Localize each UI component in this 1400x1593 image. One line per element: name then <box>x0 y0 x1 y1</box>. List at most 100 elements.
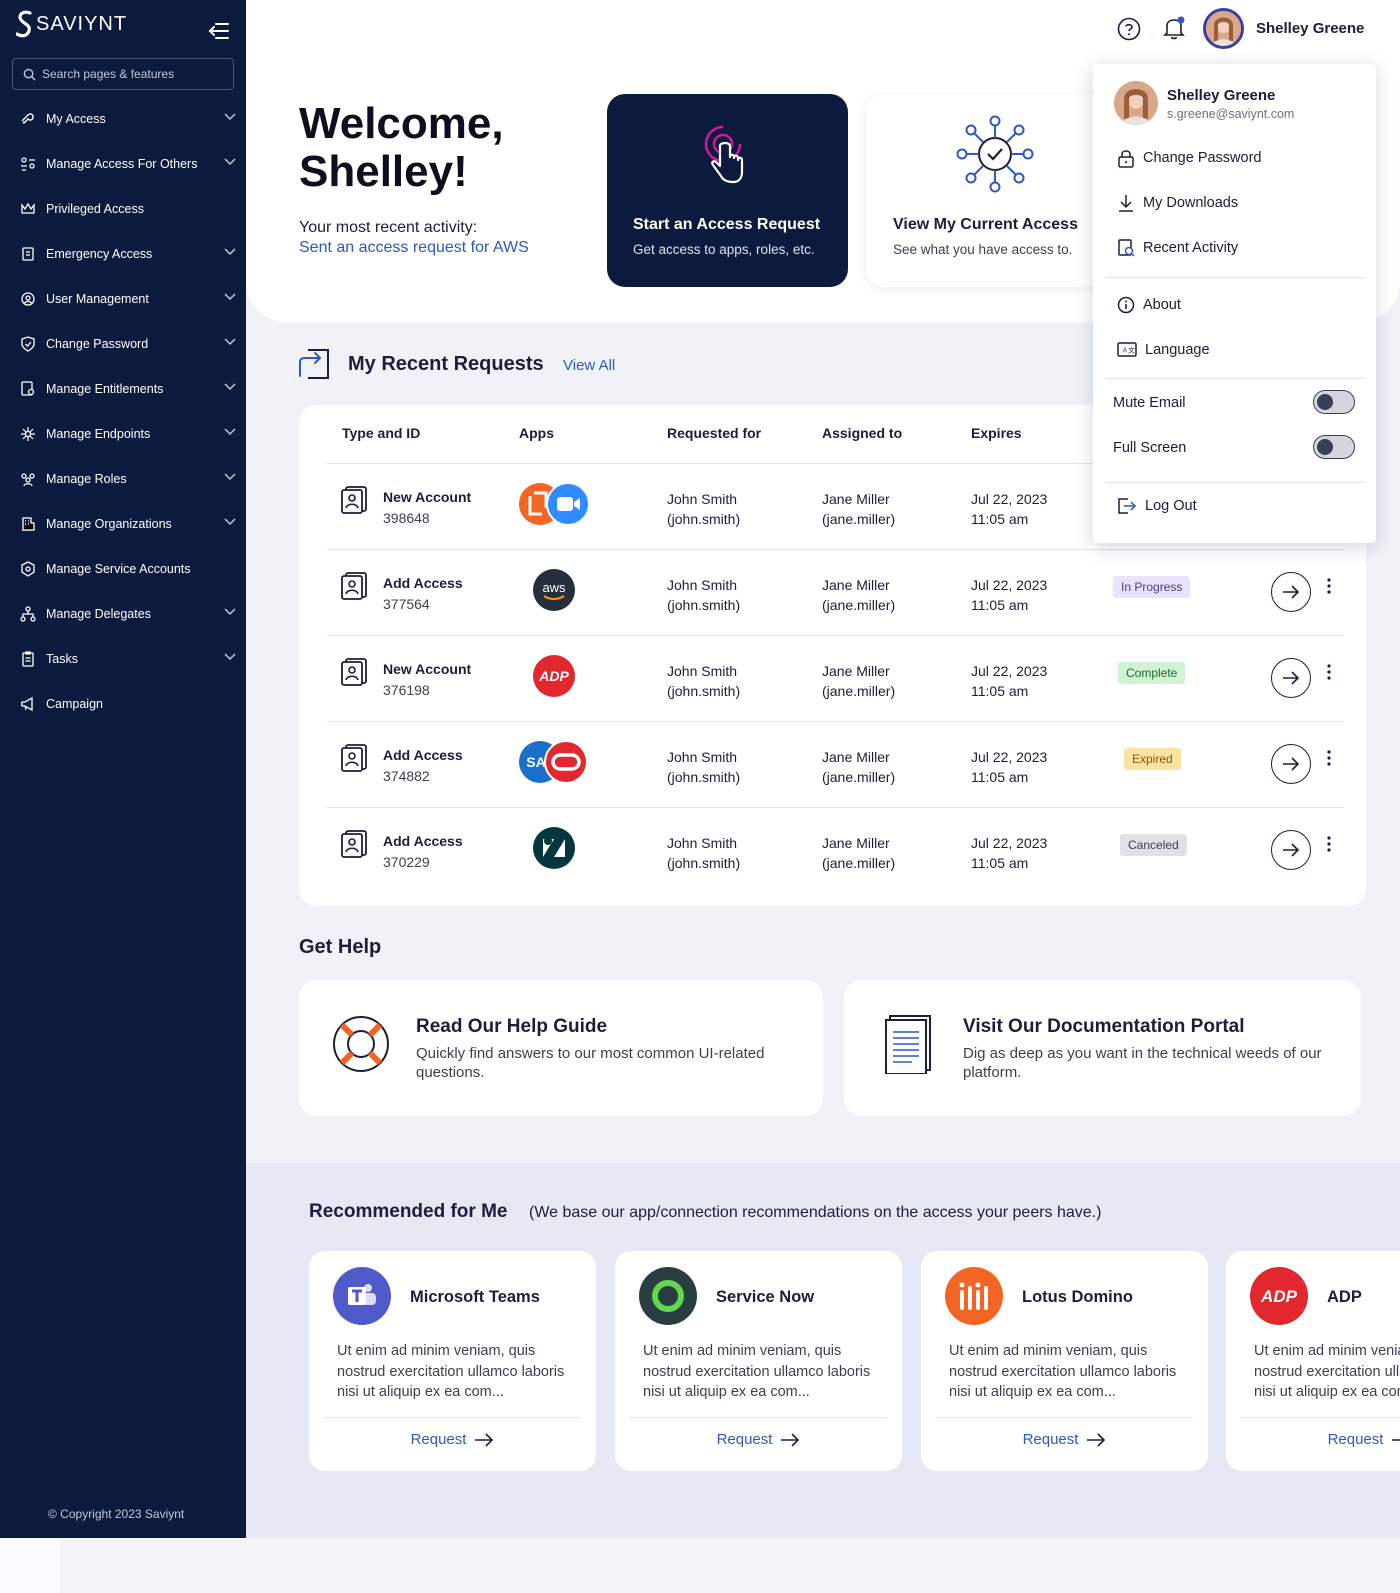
divider <box>1105 277 1364 278</box>
view-current-access-card[interactable]: View My Current Access See what you have… <box>866 94 1116 287</box>
request-id: 374882 <box>383 768 430 784</box>
sidebar-item-manage-entitlements[interactable]: Manage Entitlements <box>0 366 246 411</box>
sidebar-item-label: Privileged Access <box>46 201 144 216</box>
id-document-icon <box>341 744 367 772</box>
expires-date: Jul 22, 2023 <box>971 835 1048 851</box>
open-request-button[interactable] <box>1271 658 1311 698</box>
table-row[interactable]: Add Access 377564 aws John Smith (john.sm… <box>327 549 1344 635</box>
card-subtitle: Get access to apps, roles, etc. <box>633 242 815 257</box>
sidebar-item-change-password[interactable]: Change Password <box>0 321 246 366</box>
clipboard-list-icon <box>22 650 34 667</box>
menu-item-log-out[interactable]: Log Out <box>1117 494 1197 518</box>
sidebar-item-manage-roles[interactable]: Manage Roles <box>0 456 246 501</box>
recent-activity-link[interactable]: Sent an access request for AWS <box>299 239 529 257</box>
chevron-down-icon <box>224 338 236 346</box>
menu-item-about[interactable]: About <box>1117 293 1181 317</box>
app-description: Ut enim ad minim veniam, quis nostrud ex… <box>1254 1343 1400 1400</box>
sidebar-item-emergency-access[interactable]: Emergency Access <box>0 231 246 276</box>
sidebar-item-manage-delegates[interactable]: Manage Delegates <box>0 591 246 636</box>
view-all-link[interactable]: View All <box>563 357 615 374</box>
more-options-icon[interactable] <box>1327 578 1331 594</box>
chevron-down-icon <box>224 383 236 391</box>
expires-time: 11:05 am <box>971 855 1029 871</box>
collapse-sidebar-button[interactable] <box>208 22 230 40</box>
logout-icon <box>1118 498 1137 514</box>
requested-for: John Smith (john.smith) <box>667 575 740 615</box>
menu-item-recent-activity[interactable]: Recent Activity <box>1117 236 1238 260</box>
table-row[interactable]: Add Access 370229 John Smith (john.smith)… <box>327 807 1344 893</box>
app-description: Ut enim ad minim veniam, quis nostrud ex… <box>949 1343 1177 1400</box>
request-id: 398648 <box>383 510 430 526</box>
microsoft-teams-icon <box>333 1267 391 1325</box>
avatar[interactable] <box>1203 8 1244 49</box>
sidebar-item-manage-organizations[interactable]: Manage Organizations <box>0 501 246 546</box>
sidebar-item-label: Emergency Access <box>46 246 153 261</box>
full-screen-toggle[interactable] <box>1313 435 1355 459</box>
hierarchy-icon <box>20 605 36 622</box>
help-card-subtitle: Dig as deep as you want in the technical… <box>963 1045 1322 1081</box>
request-type: Add Access <box>383 833 463 849</box>
sidebar-item-campaign[interactable]: Campaign <box>0 681 246 726</box>
request-type: Add Access <box>383 575 463 591</box>
table-row[interactable]: Add Access 374882 SA John Smith (john.smi… <box>327 721 1344 807</box>
request-button[interactable]: Request <box>1226 1431 1400 1448</box>
chevron-down-icon <box>224 158 236 166</box>
expires-date: Jul 22, 2023 <box>971 491 1048 507</box>
sidebar-item-label: Campaign <box>46 696 103 711</box>
request-id: 370229 <box>383 854 430 870</box>
user-name[interactable]: Shelley Greene <box>1256 20 1364 37</box>
arrow-right-icon <box>1283 757 1300 771</box>
sidebar-item-tasks[interactable]: Tasks <box>0 636 246 681</box>
requested-for-id: (john.smith) <box>667 855 741 871</box>
chevron-down-icon <box>224 518 236 526</box>
profile-dropdown: Shelley Greene s.greene@saviynt.com Chan… <box>1093 64 1376 543</box>
sidebar-item-my-access[interactable]: My Access <box>0 96 246 141</box>
mute-email-toggle[interactable] <box>1313 390 1355 414</box>
app-description: Ut enim ad minim veniam, quis nostrud ex… <box>643 1343 871 1400</box>
open-request-button[interactable] <box>1271 744 1311 784</box>
request-button[interactable]: Request <box>615 1431 902 1448</box>
chevron-down-icon <box>224 428 236 436</box>
sidebar-item-manage-service-accounts[interactable]: Manage Service Accounts <box>0 546 246 591</box>
menu-item-my-downloads[interactable]: My Downloads <box>1117 191 1238 215</box>
saviynt-logo[interactable]: SAVIYNT <box>16 10 127 38</box>
assigned-to: Jane Miller (jane.miller) <box>822 661 895 701</box>
more-options-icon[interactable] <box>1327 750 1331 766</box>
search-input[interactable]: Search pages & features <box>12 58 234 90</box>
sidebar-item-label: Manage Organizations <box>46 516 172 531</box>
users-arrows-icon <box>21 156 35 171</box>
assigned-to-id: (jane.miller) <box>822 769 896 785</box>
sidebar-item-manage-endpoints[interactable]: Manage Endpoints <box>0 411 246 456</box>
open-request-button[interactable] <box>1271 572 1311 612</box>
menu-item-language[interactable]: A文 Language <box>1117 338 1210 362</box>
more-options-icon[interactable] <box>1327 664 1331 680</box>
requested-for-name: John Smith <box>667 835 738 851</box>
request-type: New Account <box>383 489 472 505</box>
assigned-to: Jane Miller (jane.miller) <box>822 747 895 787</box>
help-button[interactable] <box>1117 17 1141 41</box>
more-options-icon[interactable] <box>1327 836 1331 852</box>
menu-item-change-password[interactable]: Change Password <box>1117 146 1262 170</box>
megaphone-icon <box>21 696 33 711</box>
sidebar-item-privileged-access[interactable]: Privileged Access <box>0 186 246 231</box>
expires: Jul 22, 2023 11:05 am <box>971 833 1047 873</box>
documentation-portal-card[interactable]: Visit Our Documentation Portal Dig as de… <box>844 980 1361 1116</box>
access-network-icon <box>956 115 1034 193</box>
help-guide-card[interactable]: Read Our Help Guide Quickly find answers… <box>299 980 823 1116</box>
toggle-knob <box>1317 438 1333 455</box>
sidebar-item-manage-access-for-others[interactable]: Manage Access For Others <box>0 141 246 186</box>
notifications-button[interactable] <box>1162 15 1186 41</box>
requested-for: John Smith (john.smith) <box>667 661 740 701</box>
assigned-to-name: Jane Miller <box>822 663 890 679</box>
request-button[interactable]: Request <box>309 1431 596 1448</box>
status-badge: In Progress <box>1113 576 1191 598</box>
assigned-to-id: (jane.miller) <box>822 597 896 613</box>
sidebar-item-user-management[interactable]: User Management <box>0 276 246 321</box>
language-icon: A文 <box>1117 342 1137 357</box>
table-row[interactable]: New Account 376198 ADP John Smith (john.s… <box>327 635 1344 721</box>
id-document-icon <box>341 572 367 600</box>
open-request-button[interactable] <box>1271 830 1311 870</box>
request-button[interactable]: Request <box>921 1431 1208 1448</box>
app-name: Microsoft Teams <box>410 1288 540 1306</box>
start-access-request-card[interactable]: Start an Access Request Get access to ap… <box>607 94 848 287</box>
